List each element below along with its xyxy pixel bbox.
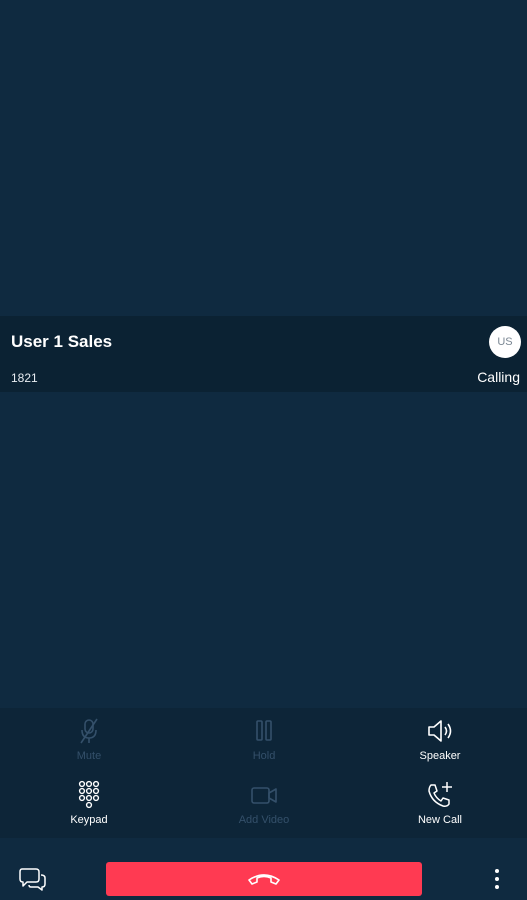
add-video-button[interactable]: Add Video bbox=[204, 780, 324, 836]
caller-name: User 1 Sales bbox=[11, 332, 113, 351]
mic-off-icon bbox=[80, 718, 98, 744]
speaker-icon bbox=[428, 720, 452, 742]
keypad-label: Keypad bbox=[70, 814, 108, 826]
caller-card bbox=[0, 316, 527, 392]
phone-plus-icon bbox=[428, 782, 452, 807]
new-call-label: New Call bbox=[417, 814, 462, 826]
hold-label: Hold bbox=[252, 750, 276, 762]
speaker-button[interactable]: Speaker bbox=[380, 716, 500, 772]
more-vertical-icon[interactable] bbox=[487, 866, 507, 892]
new-call-button[interactable]: New Call bbox=[380, 780, 500, 836]
hang-up-icon bbox=[248, 874, 280, 885]
pause-icon bbox=[256, 720, 272, 741]
mute-button[interactable]: Mute bbox=[29, 716, 149, 772]
video-camera-icon bbox=[251, 787, 277, 804]
speaker-label: Speaker bbox=[419, 750, 461, 762]
hold-button[interactable]: Hold bbox=[204, 716, 324, 772]
add-video-label: Add Video bbox=[238, 814, 290, 826]
chat-bubbles-icon[interactable] bbox=[18, 866, 48, 892]
avatar: US bbox=[489, 326, 521, 358]
call-status: Calling bbox=[477, 369, 520, 385]
call-screen: User 1 Sales 1821 US Calling Mute Hold S… bbox=[0, 0, 527, 900]
keypad-icon bbox=[78, 780, 100, 809]
caller-number: 1821 bbox=[11, 371, 38, 385]
end-call-button[interactable] bbox=[106, 862, 422, 896]
keypad-button[interactable]: Keypad bbox=[29, 780, 149, 836]
mute-label: Mute bbox=[76, 750, 102, 762]
